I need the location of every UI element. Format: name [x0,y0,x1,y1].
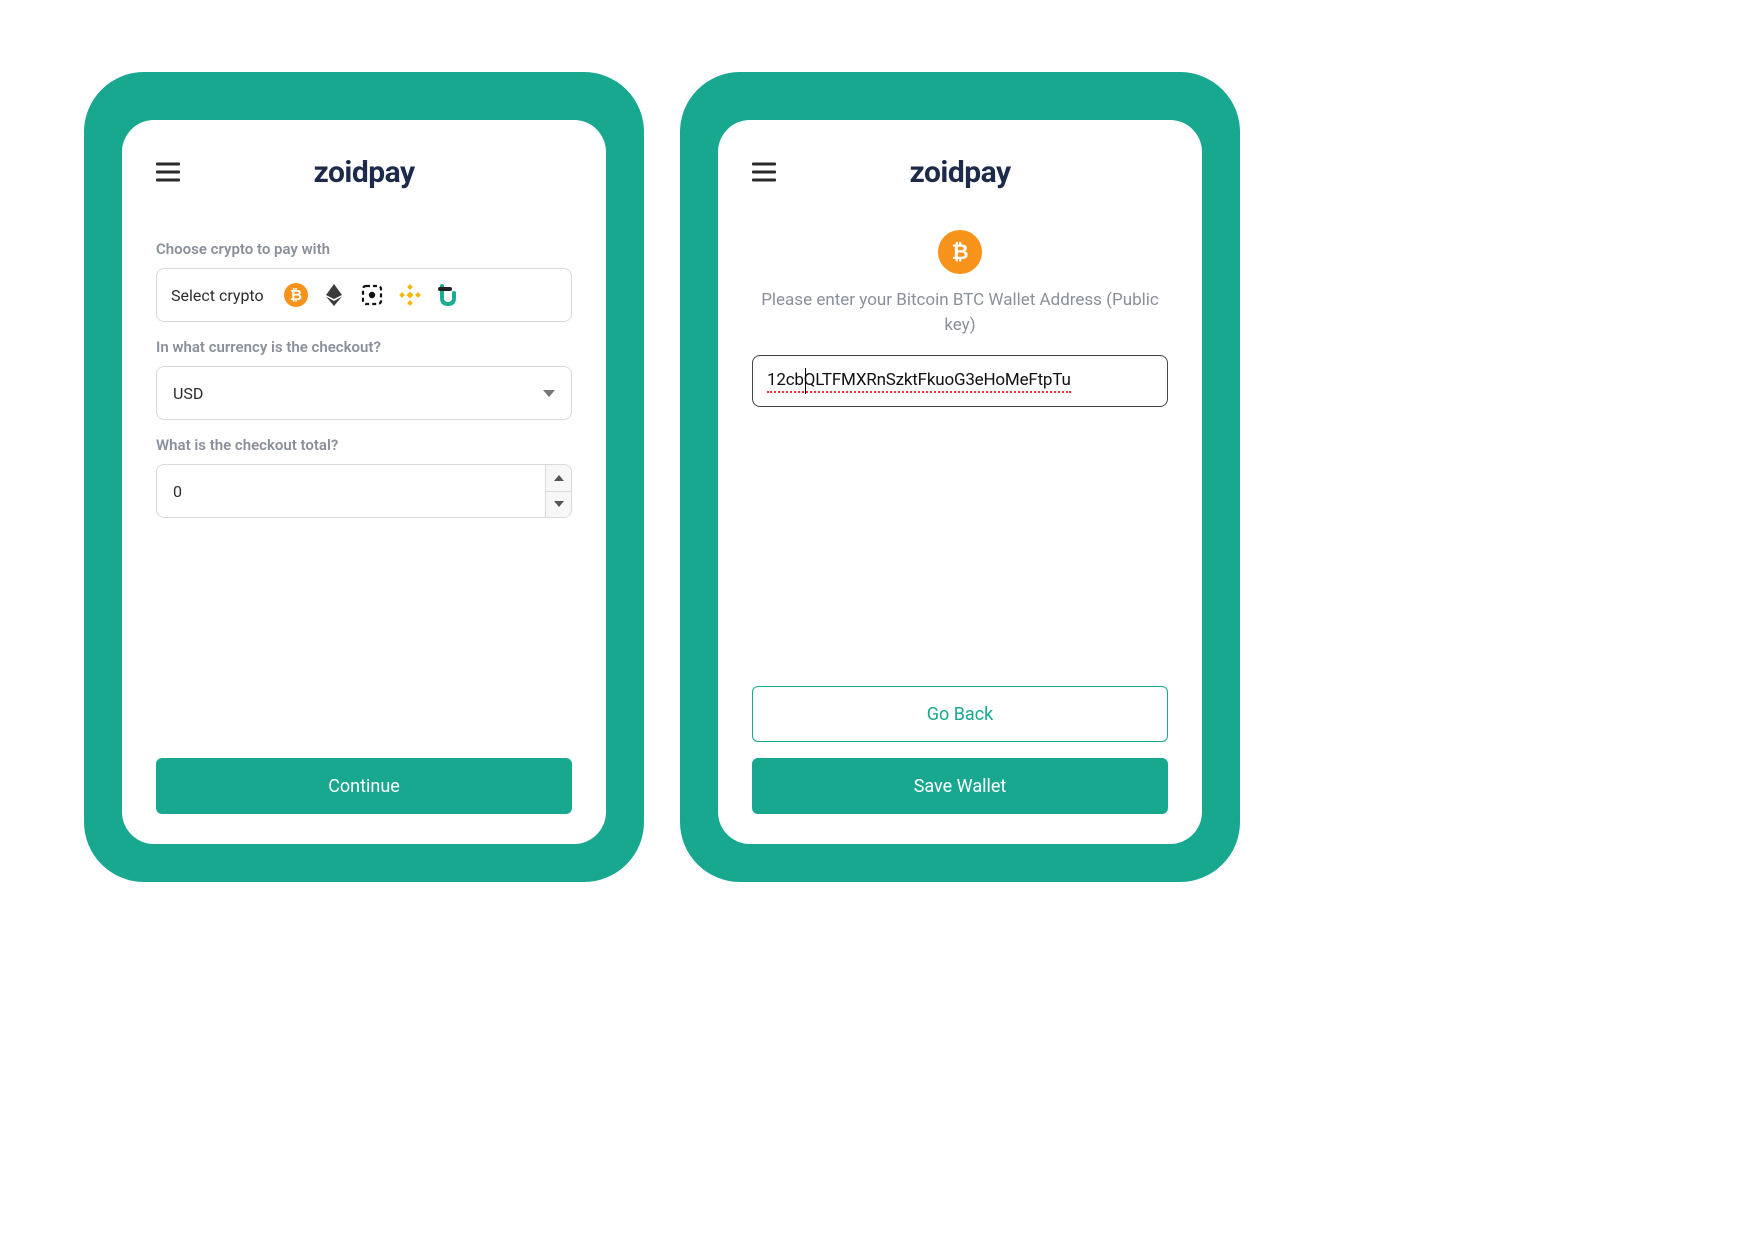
svg-text:₿: ₿ [290,287,302,304]
device-frame-checkout: zoidpay Choose crypto to pay with Select… [84,72,644,882]
svg-text:₿: ₿ [951,241,968,264]
header: zoidpay [156,150,572,194]
wallet-address-value: 12cbQLTFMXRnSzktFkuoG3eHoMeFtpTu [767,370,1071,393]
continue-button[interactable]: Continue [156,758,572,814]
stepper-up[interactable] [546,465,571,492]
ethereum-icon [322,283,346,307]
go-back-button[interactable]: Go Back [752,686,1168,742]
wallet-address-input[interactable]: 12cbQLTFMXRnSzktFkuoG3eHoMeFtpTu [752,355,1168,407]
bitcoin-icon: ₿ [938,230,982,274]
crypto-icon-row: ₿ [284,283,460,307]
go-back-button-label: Go Back [927,704,994,725]
header: zoidpay [752,150,1168,194]
quant-icon [360,283,384,307]
number-spinner [545,465,571,517]
menu-icon[interactable] [156,163,180,182]
stepper-down[interactable] [546,492,571,518]
brand-logo: zoidpay [909,155,1010,190]
label-currency: In what currency is the checkout? [156,338,572,356]
currency-value: USD [173,384,203,403]
checkout-screen: zoidpay Choose crypto to pay with Select… [122,120,606,844]
wallet-screen: zoidpay ₿ Please enter your Bitcoin BTC … [718,120,1202,844]
wallet-instruction: Please enter your Bitcoin BTC Wallet Add… [752,288,1168,337]
device-frame-wallet: zoidpay ₿ Please enter your Bitcoin BTC … [680,72,1240,882]
bitcoin-icon: ₿ [284,283,308,307]
save-wallet-button[interactable]: Save Wallet [752,758,1168,814]
select-crypto-placeholder: Select crypto [171,286,264,305]
select-crypto[interactable]: Select crypto ₿ [156,268,572,322]
total-input[interactable]: 0 [156,464,572,518]
brand-logo: zoidpay [313,155,414,190]
label-total: What is the checkout total? [156,436,572,454]
menu-icon[interactable] [752,163,776,182]
currency-select[interactable]: USD [156,366,572,420]
binance-icon [398,283,422,307]
tomo-icon [436,283,460,307]
label-choose-crypto: Choose crypto to pay with [156,240,572,258]
total-value: 0 [157,465,545,517]
save-wallet-button-label: Save Wallet [914,776,1007,797]
continue-button-label: Continue [328,776,400,797]
chevron-down-icon [543,390,555,397]
text-cursor-icon [805,368,806,394]
